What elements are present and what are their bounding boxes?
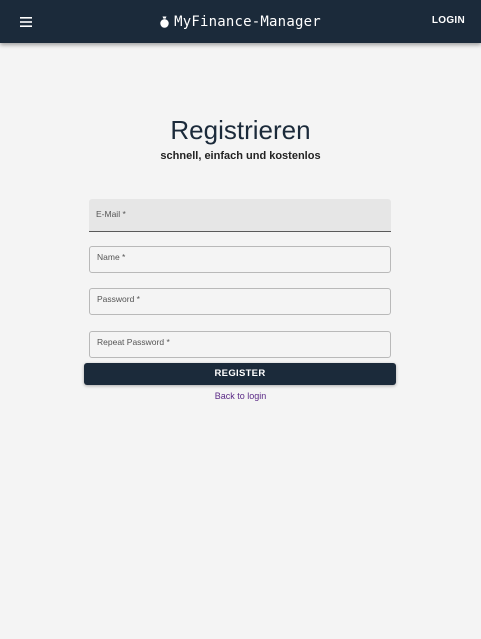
- password-field-label: Password *: [97, 294, 140, 304]
- app-title: MyFinance-Manager: [174, 14, 321, 30]
- register-button[interactable]: REGISTER: [84, 363, 396, 385]
- money-bag-icon: [160, 16, 169, 28]
- app-bar: MyFinance-Manager LOGIN: [0, 0, 481, 43]
- password-field[interactable]: Password *: [89, 288, 391, 315]
- back-to-login-link[interactable]: Back to login: [0, 391, 481, 401]
- app-brand: MyFinance-Manager: [0, 12, 481, 32]
- name-field[interactable]: Name *: [89, 246, 391, 273]
- email-field-label: E-Mail *: [96, 209, 126, 219]
- repeat-password-field-label: Repeat Password *: [97, 337, 170, 347]
- name-field-label: Name *: [97, 252, 126, 262]
- email-field[interactable]: E-Mail *: [89, 199, 391, 232]
- page-subtitle: schnell, einfach und kostenlos: [160, 150, 321, 162]
- repeat-password-field[interactable]: Repeat Password *: [89, 331, 391, 358]
- login-button[interactable]: LOGIN: [432, 15, 465, 26]
- page-title: Registrieren: [170, 115, 311, 145]
